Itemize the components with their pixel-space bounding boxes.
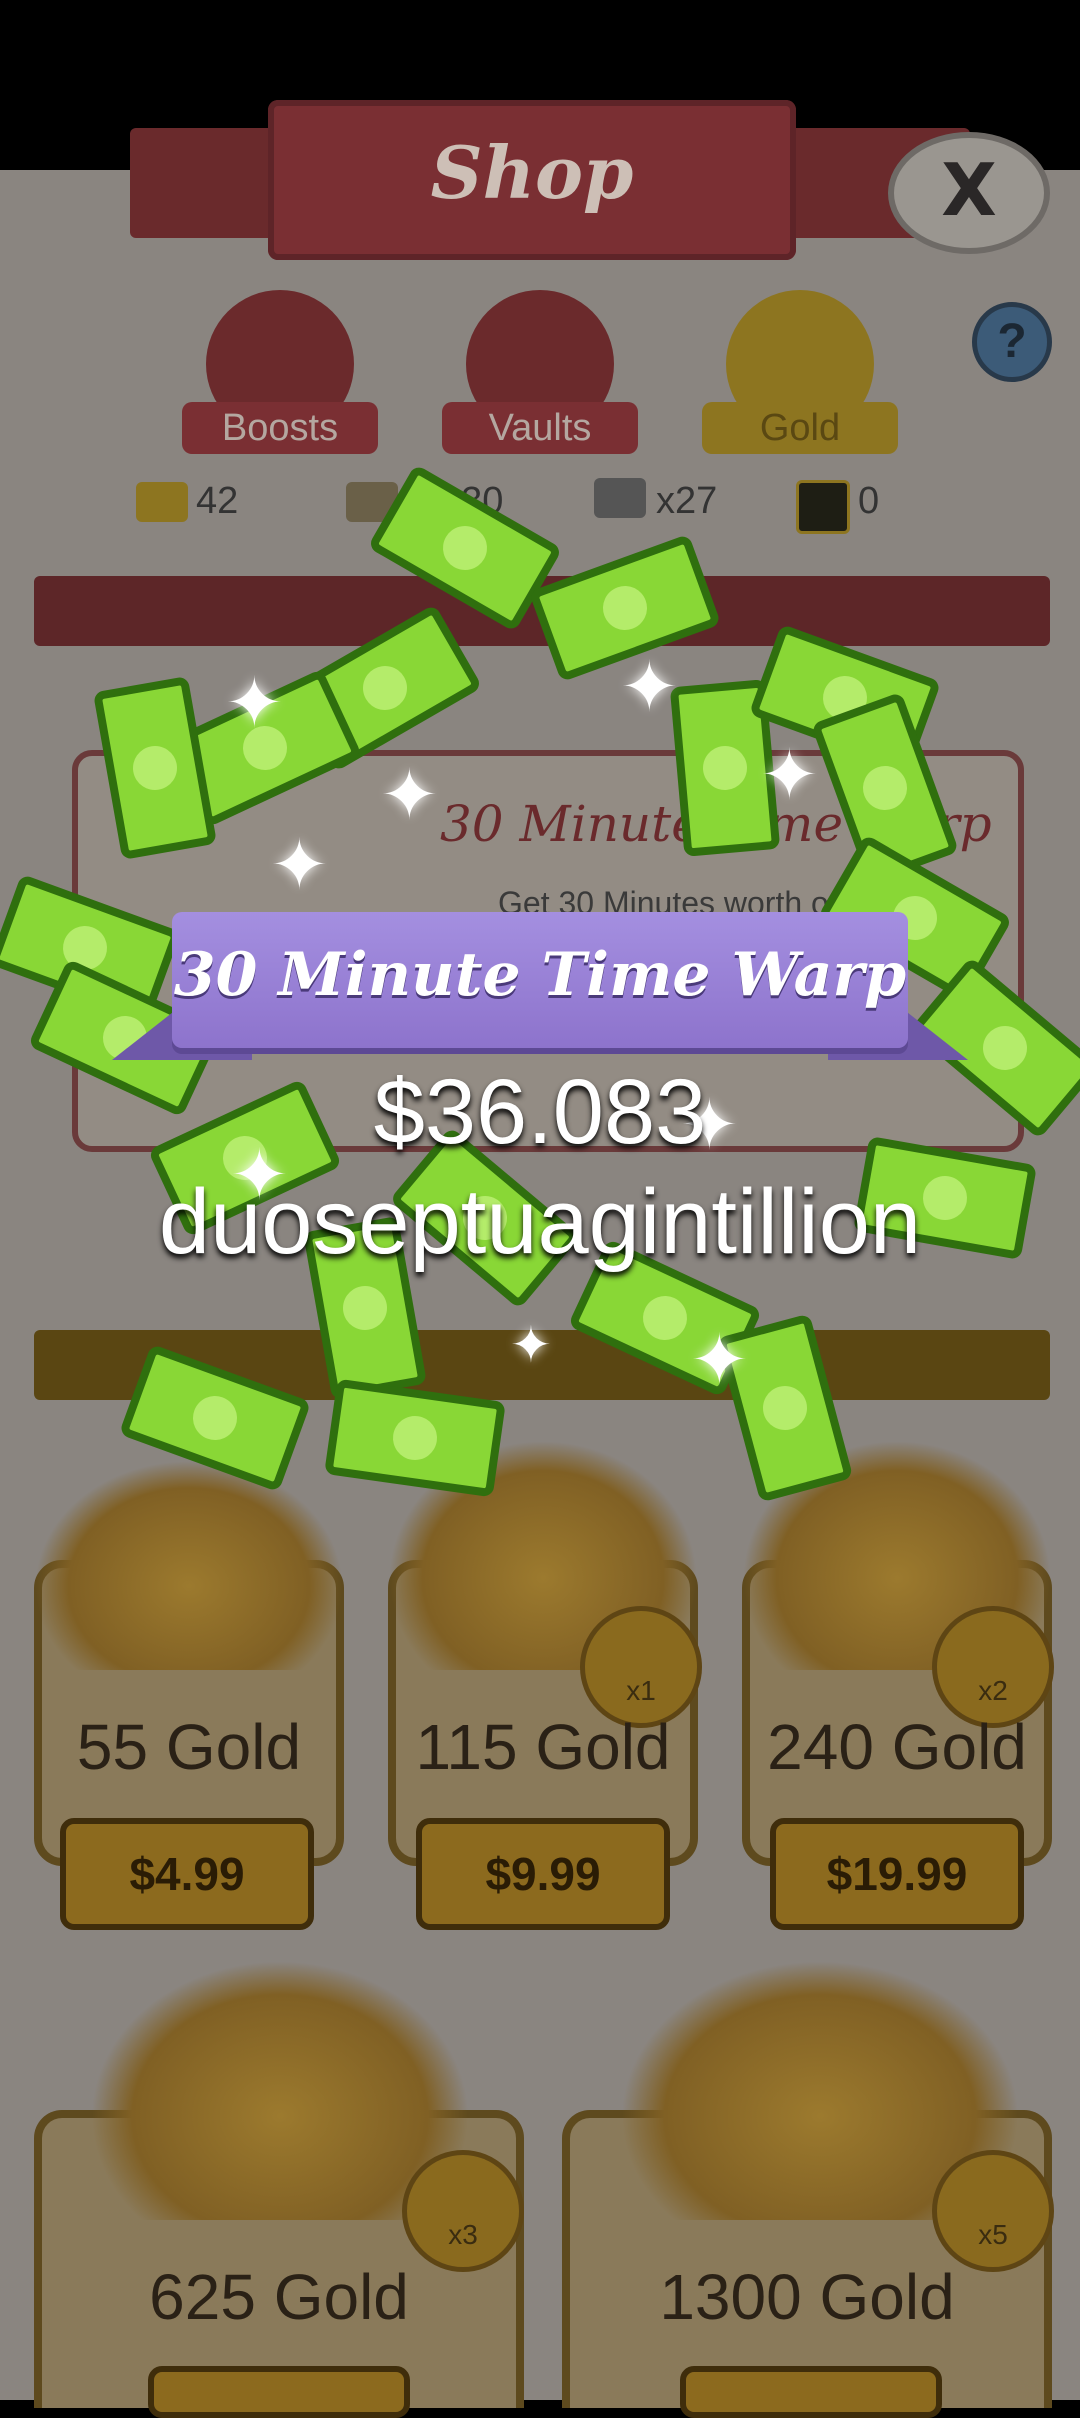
- tab-vaults[interactable]: Vaults: [442, 402, 638, 454]
- buy-115-gold-button[interactable]: $9.99: [416, 1818, 670, 1930]
- buy-1300-gold-button[interactable]: [680, 2366, 942, 2418]
- multiplier-badge: x3: [402, 2150, 524, 2272]
- reward-unit: duoseptuagintillion: [158, 1171, 922, 1273]
- gold-count: 42: [196, 480, 239, 522]
- gold-pack-label: 625 Gold: [149, 2261, 409, 2333]
- gold-pack-label: 1300 Gold: [659, 2261, 955, 2333]
- buy-55-gold-button[interactable]: $4.99: [60, 1818, 314, 1930]
- sparkle-icon: ✦: [270, 826, 329, 904]
- sparkle-icon: ✦: [380, 756, 439, 834]
- cash-stack-icon: [594, 478, 646, 518]
- help-button[interactable]: ?: [972, 302, 1052, 382]
- page-title: Shop: [430, 130, 634, 215]
- gold-pack-label: 115 Gold: [415, 1711, 671, 1783]
- gold-pack-label: 240 Gold: [767, 1711, 1027, 1783]
- mega-count: 0: [858, 480, 880, 522]
- sparkle-icon: ✦: [510, 1317, 552, 1373]
- mega-icon: [796, 480, 850, 534]
- sparkle-icon: ✦: [760, 736, 819, 814]
- reward-amount: $36.083: [373, 1061, 707, 1163]
- multiplier-badge: x5: [932, 2150, 1054, 2272]
- buy-625-gold-button[interactable]: [148, 2366, 410, 2418]
- sparkle-icon: ✦: [690, 1321, 749, 1399]
- sparkle-icon: ✦: [225, 664, 284, 742]
- tab-boosts[interactable]: Boosts: [182, 402, 378, 454]
- gold-pile-icon: [34, 1460, 344, 1670]
- gold-icon: [136, 482, 188, 522]
- gold-pack-label: 55 Gold: [76, 1711, 302, 1783]
- cash-stack-count: x27: [656, 480, 718, 522]
- tab-gold[interactable]: Gold: [702, 402, 898, 454]
- sparkle-icon: ✦: [620, 648, 679, 726]
- reward-banner-title: 30 Minute Time Warp: [173, 940, 907, 1010]
- close-button[interactable]: X: [888, 132, 1050, 254]
- buy-240-gold-button[interactable]: $19.99: [770, 1818, 1024, 1930]
